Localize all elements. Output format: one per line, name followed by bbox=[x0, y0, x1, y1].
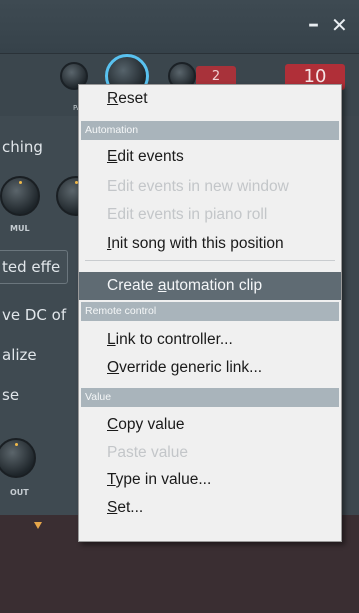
menu-section-header: Remote control bbox=[81, 302, 339, 321]
context-menu: Reset Automation Edit events Edit events in… bbox=[78, 84, 342, 542]
menu-item-paste-value: Paste value bbox=[107, 444, 188, 461]
panel-text: alize bbox=[2, 346, 37, 364]
mul-label: MUL bbox=[10, 224, 30, 233]
mul-knob[interactable] bbox=[0, 176, 40, 216]
menu-item-set[interactable]: Set... bbox=[79, 494, 341, 522]
left-panel: ching MUL ted effe ve DC of alize se OUT bbox=[0, 116, 96, 516]
menu-separator bbox=[85, 260, 335, 261]
panel-text: ted effe bbox=[2, 258, 61, 276]
menu-item-create-automation-clip[interactable]: Create automation clip bbox=[79, 272, 341, 300]
out-knob[interactable] bbox=[0, 438, 36, 478]
close-button[interactable]: ✕ bbox=[331, 14, 348, 36]
menu-item-edit-events-in-new-window: Edit events in new window bbox=[107, 178, 289, 195]
out-label: OUT bbox=[10, 488, 29, 497]
panel-text: se bbox=[2, 386, 20, 404]
menu-item-reset[interactable]: Reset bbox=[79, 85, 341, 113]
menu-item-link-to-controller[interactable]: Link to controller... bbox=[79, 326, 341, 354]
minimize-button[interactable]: – bbox=[308, 14, 319, 36]
marker-arrow-icon bbox=[34, 522, 42, 529]
menu-item-type-in-value[interactable]: Type in value... bbox=[79, 466, 341, 494]
menu-item-edit-events[interactable]: Edit events bbox=[79, 143, 341, 171]
panel-text: ching bbox=[2, 138, 43, 156]
menu-section-header: Value bbox=[81, 388, 339, 407]
panel-text: ve DC of bbox=[2, 306, 67, 324]
menu-item-init-song-with-this-position[interactable]: Init song with this position bbox=[79, 230, 341, 258]
menu-item-edit-events-in-piano-roll: Edit events in piano roll bbox=[107, 206, 268, 223]
menu-item-copy-value[interactable]: Copy value bbox=[79, 411, 341, 439]
menu-section-header: Automation bbox=[81, 121, 339, 140]
menu-item-override-generic-link[interactable]: Override generic link... bbox=[79, 354, 341, 382]
plugin-titlebar: – ✕ bbox=[0, 0, 359, 54]
